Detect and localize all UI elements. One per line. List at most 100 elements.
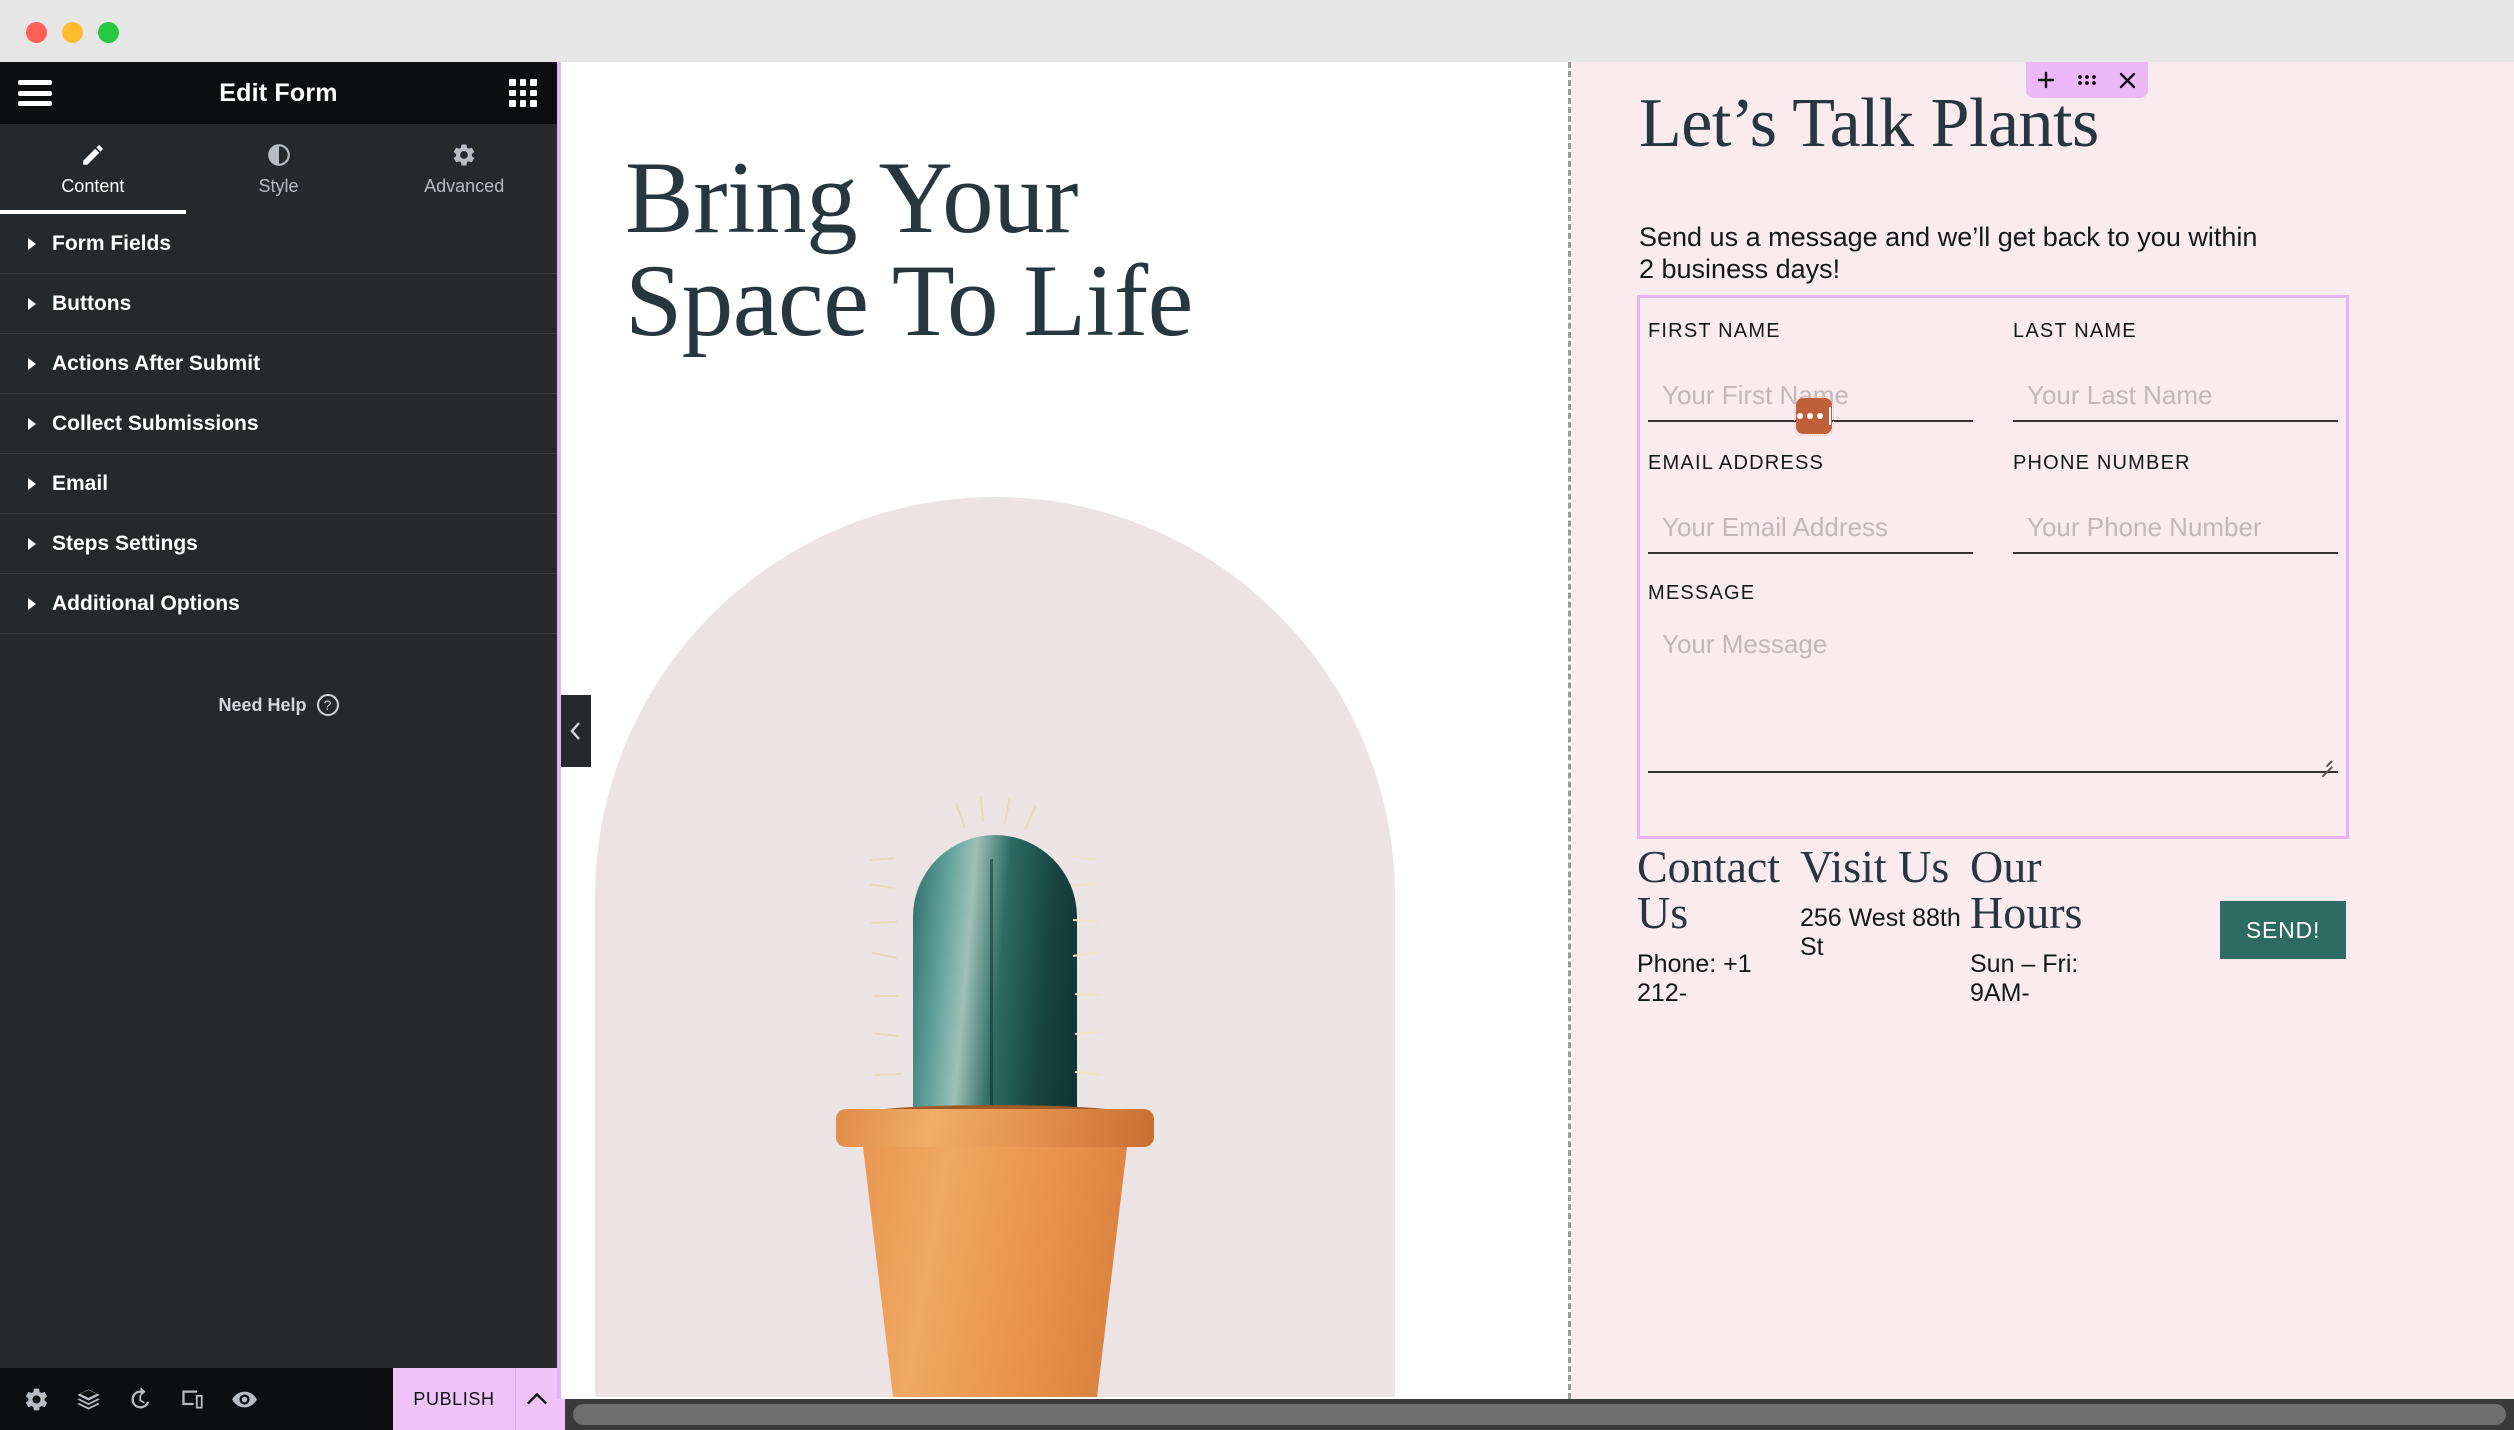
gear-icon — [451, 142, 477, 168]
chevron-right-icon — [28, 537, 36, 550]
canvas-right-column: Let’s Talk Plants Send us a message and … — [1571, 62, 2514, 1399]
panel-footer-toolbar: PUBLISH — [0, 1368, 557, 1430]
contrast-half-circle-icon — [266, 142, 292, 168]
six-dots-drag-icon[interactable] — [2072, 65, 2102, 95]
panel-sections: Form Fields Buttons Actions After Submit… — [0, 214, 557, 634]
phone-label: PHONE NUMBER — [2013, 452, 2191, 474]
tab-advanced[interactable]: Advanced — [371, 124, 557, 214]
first-name-label: FIRST NAME — [1648, 320, 1781, 342]
canvas-horizontal-scrollbar[interactable] — [565, 1399, 2514, 1430]
field-group-email: EMAIL ADDRESS — [1648, 452, 1973, 554]
chevron-right-icon — [28, 597, 36, 610]
layers-navigator-icon[interactable] — [62, 1368, 114, 1430]
tab-style-label: Style — [258, 175, 299, 196]
tab-content-label: Content — [61, 175, 125, 196]
close-window-button[interactable] — [26, 22, 47, 43]
message-label: MESSAGE — [1648, 582, 1756, 604]
chevron-right-icon — [28, 237, 36, 250]
hero-heading[interactable]: Bring Your Space To Life — [625, 147, 1305, 353]
section-label: Actions After Submit — [52, 351, 261, 375]
panel-collapse-button[interactable] — [561, 695, 591, 767]
section-label: Collect Submissions — [52, 411, 259, 435]
panel-title: Edit Form — [219, 78, 338, 107]
terracotta-pot — [863, 1147, 1127, 1397]
tab-style[interactable]: Style — [186, 124, 372, 214]
window-titlebar — [0, 0, 2514, 62]
message-textarea[interactable] — [1648, 623, 2338, 773]
field-group-last-name: LAST NAME — [2013, 320, 2338, 422]
footer-column-title: Visit Us — [1800, 841, 1950, 892]
add-widget-plus-icon[interactable] — [2031, 65, 2061, 95]
minimize-window-button[interactable] — [62, 22, 83, 43]
sidebar-item-buttons[interactable]: Buttons — [0, 274, 557, 334]
apps-grid-icon[interactable] — [509, 79, 537, 107]
cactus-body — [869, 796, 1102, 1135]
inline-editing-cursor-icon[interactable] — [1794, 396, 1834, 436]
sidebar-item-email[interactable]: Email — [0, 454, 557, 514]
footer-column-text: Phone: +1 212- — [1637, 950, 1752, 1007]
sidebar-item-actions-after-submit[interactable]: Actions After Submit — [0, 334, 557, 394]
section-label: Form Fields — [52, 231, 172, 255]
contact-heading[interactable]: Let’s Talk Plants — [1639, 87, 2514, 161]
history-revisions-icon[interactable] — [114, 1368, 166, 1430]
canvas-left-column: Bring Your Space To Life — [565, 62, 1568, 1399]
panel-header: Edit Form — [0, 62, 557, 124]
potted-cactus-image[interactable] — [595, 497, 1395, 1397]
responsive-mode-icon[interactable] — [166, 1368, 218, 1430]
sidebar-item-collect-submissions[interactable]: Collect Submissions — [0, 394, 557, 454]
need-help-label: Need Help — [218, 694, 307, 715]
footer-icon-group — [0, 1368, 393, 1430]
close-widget-x-icon[interactable] — [2113, 65, 2143, 95]
section-label: Additional Options — [52, 591, 240, 615]
publish-button[interactable]: PUBLISH — [393, 1368, 515, 1430]
field-group-phone: PHONE NUMBER — [2013, 452, 2338, 554]
section-label: Buttons — [52, 291, 132, 315]
footer-column-contact-us: Contact Us Phone: +1 212- — [1637, 844, 1800, 1008]
window-traffic-lights — [26, 22, 119, 43]
email-label: EMAIL ADDRESS — [1648, 452, 1825, 474]
sidebar-item-additional-options[interactable]: Additional Options — [0, 574, 557, 634]
footer-column-title: Contact Us — [1637, 841, 1781, 938]
preview-eye-icon[interactable] — [218, 1368, 270, 1430]
phone-input[interactable] — [2013, 508, 2338, 554]
sidebar-item-steps-settings[interactable]: Steps Settings — [0, 514, 557, 574]
chevron-right-icon — [28, 477, 36, 490]
pencil-icon — [80, 142, 106, 168]
question-mark-icon: ? — [316, 694, 339, 716]
field-group-first-name: FIRST NAME — [1648, 320, 1973, 436]
scrollbar-thumb[interactable] — [573, 1404, 2506, 1425]
editor-panel: Edit Form Content Style Advanced Form Fi… — [0, 62, 561, 1430]
chevron-right-icon — [28, 357, 36, 370]
hamburger-menu-icon[interactable] — [18, 80, 52, 106]
editor-canvas: Bring Your Space To Life Let’s Talk Plan… — [565, 62, 2514, 1399]
footer-column-text: 256 West 88th St — [1800, 904, 1961, 961]
need-help-link[interactable]: Need Help ? — [0, 694, 557, 716]
maximize-window-button[interactable] — [98, 22, 119, 43]
footer-column-visit-us: Visit Us 256 West 88th St — [1800, 844, 1970, 1008]
panel-tabs: Content Style Advanced — [0, 124, 557, 214]
field-group-message: MESSAGE — [1648, 582, 2338, 778]
contact-footer-columns: Contact Us Phone: +1 212- Visit Us 256 W… — [1637, 844, 2514, 1008]
tab-content[interactable]: Content — [0, 124, 186, 214]
settings-gear-icon[interactable] — [10, 1368, 62, 1430]
chevron-right-icon — [28, 297, 36, 310]
section-divider — [1568, 62, 1571, 1399]
widget-toolbar — [2026, 62, 2148, 98]
chevron-right-icon — [28, 417, 36, 430]
contact-subheading[interactable]: Send us a message and we’ll get back to … — [1639, 222, 2279, 286]
footer-column-title: Our Hours — [1970, 841, 2083, 938]
tab-advanced-label: Advanced — [424, 175, 505, 196]
app-root: Edit Form Content Style Advanced Form Fi… — [0, 0, 2514, 1430]
publish-options-chevron-up-icon[interactable] — [515, 1368, 557, 1430]
last-name-label: LAST NAME — [2013, 320, 2137, 342]
email-input[interactable] — [1648, 508, 1973, 554]
last-name-input[interactable] — [2013, 376, 2338, 422]
section-label: Email — [52, 471, 109, 495]
publish-bar-edge — [557, 1399, 565, 1430]
footer-column-text: Sun – Fri: 9AM- — [1970, 950, 2079, 1007]
footer-column-our-hours: Our Hours Sun – Fri: 9AM- — [1970, 844, 2133, 1008]
section-label: Steps Settings — [52, 531, 198, 555]
sidebar-item-form-fields[interactable]: Form Fields — [0, 214, 557, 274]
pot-rim — [836, 1109, 1154, 1147]
form-widget[interactable]: FIRST NAME LAST NAME — [1637, 295, 2349, 959]
